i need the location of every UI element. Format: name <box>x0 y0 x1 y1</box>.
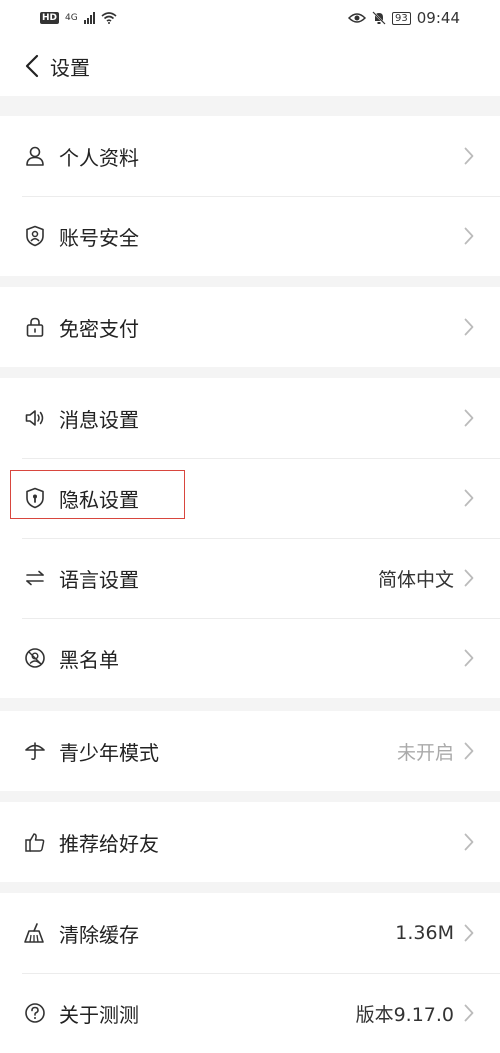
row-label: 黑名单 <box>59 647 119 672</box>
settings-row-teen-mode[interactable]: 青少年模式 未开启 <box>0 711 500 791</box>
broom-icon <box>23 921 47 945</box>
speaker-icon <box>23 406 47 430</box>
status-bar: HD 4G 93 09:44 <box>0 0 500 36</box>
settings-group-account: 个人资料 账号安全 <box>0 116 500 276</box>
clock: 09:44 <box>416 9 460 27</box>
chevron-right-icon <box>464 922 478 944</box>
row-label: 清除缓存 <box>59 922 139 947</box>
chevron-left-icon <box>25 54 39 78</box>
shield-user-icon <box>23 224 47 248</box>
hd-badge: HD <box>40 12 60 24</box>
row-label: 关于测测 <box>59 1002 139 1027</box>
row-label: 消息设置 <box>59 407 139 432</box>
settings-row-message[interactable]: 消息设置 <box>0 378 500 458</box>
row-label: 免密支付 <box>59 316 139 341</box>
settings-row-language[interactable]: 语言设置 简体中文 <box>0 538 500 618</box>
chevron-right-icon <box>464 740 478 762</box>
block-icon <box>23 646 47 670</box>
settings-group-share: 推荐给好友 <box>0 802 500 882</box>
mute-bell-icon <box>372 11 386 25</box>
row-label: 语言设置 <box>59 567 139 592</box>
back-button[interactable] <box>14 46 50 86</box>
row-label: 账号安全 <box>59 225 139 250</box>
row-label: 青少年模式 <box>59 740 159 765</box>
signal-icon <box>83 12 95 24</box>
settings-row-blacklist[interactable]: 黑名单 <box>0 618 500 698</box>
nav-header: 设置 <box>0 36 500 96</box>
chevron-right-icon <box>464 145 478 167</box>
help-circle-icon <box>23 1001 47 1025</box>
umbrella-icon <box>23 739 47 763</box>
settings-group-general: 消息设置 隐私设置 语言设置 简体中文 黑名单 <box>0 378 500 698</box>
chevron-right-icon <box>464 647 478 669</box>
settings-row-password-free-pay[interactable]: 免密支付 <box>0 287 500 367</box>
chevron-right-icon <box>464 831 478 853</box>
eye-icon <box>348 12 367 24</box>
person-icon <box>23 144 47 168</box>
chevron-right-icon <box>464 487 478 509</box>
settings-row-clear-cache[interactable]: 清除缓存 1.36M <box>0 893 500 973</box>
settings-group-payment: 免密支付 <box>0 287 500 367</box>
row-label: 个人资料 <box>59 145 139 170</box>
network-type: 4G <box>65 13 78 23</box>
settings-row-account-security[interactable]: 账号安全 <box>0 196 500 276</box>
wifi-icon <box>101 12 117 24</box>
language-value: 简体中文 <box>377 568 454 591</box>
chevron-right-icon <box>464 567 478 589</box>
chevron-right-icon <box>464 1002 478 1024</box>
lock-icon <box>23 315 47 339</box>
swap-arrows-icon <box>23 566 47 590</box>
chevron-right-icon <box>464 316 478 338</box>
settings-row-recommend[interactable]: 推荐给好友 <box>0 802 500 882</box>
highlight-box <box>10 470 185 519</box>
page-title: 设置 <box>50 55 90 80</box>
chevron-right-icon <box>464 407 478 429</box>
thumbs-up-icon <box>23 830 47 854</box>
chevron-right-icon <box>464 225 478 247</box>
cache-size: 1.36M <box>395 922 454 944</box>
settings-row-about[interactable]: 关于测测 版本9.17.0 <box>0 973 500 1053</box>
settings-group-teen: 青少年模式 未开启 <box>0 711 500 791</box>
row-label: 推荐给好友 <box>59 831 159 856</box>
settings-row-profile[interactable]: 个人资料 <box>0 116 500 196</box>
teen-mode-status: 未开启 <box>396 741 454 764</box>
settings-group-misc: 清除缓存 1.36M 关于测测 版本9.17.0 <box>0 893 500 1053</box>
version-value: 版本9.17.0 <box>355 1003 454 1026</box>
battery-level: 93 <box>392 11 411 25</box>
